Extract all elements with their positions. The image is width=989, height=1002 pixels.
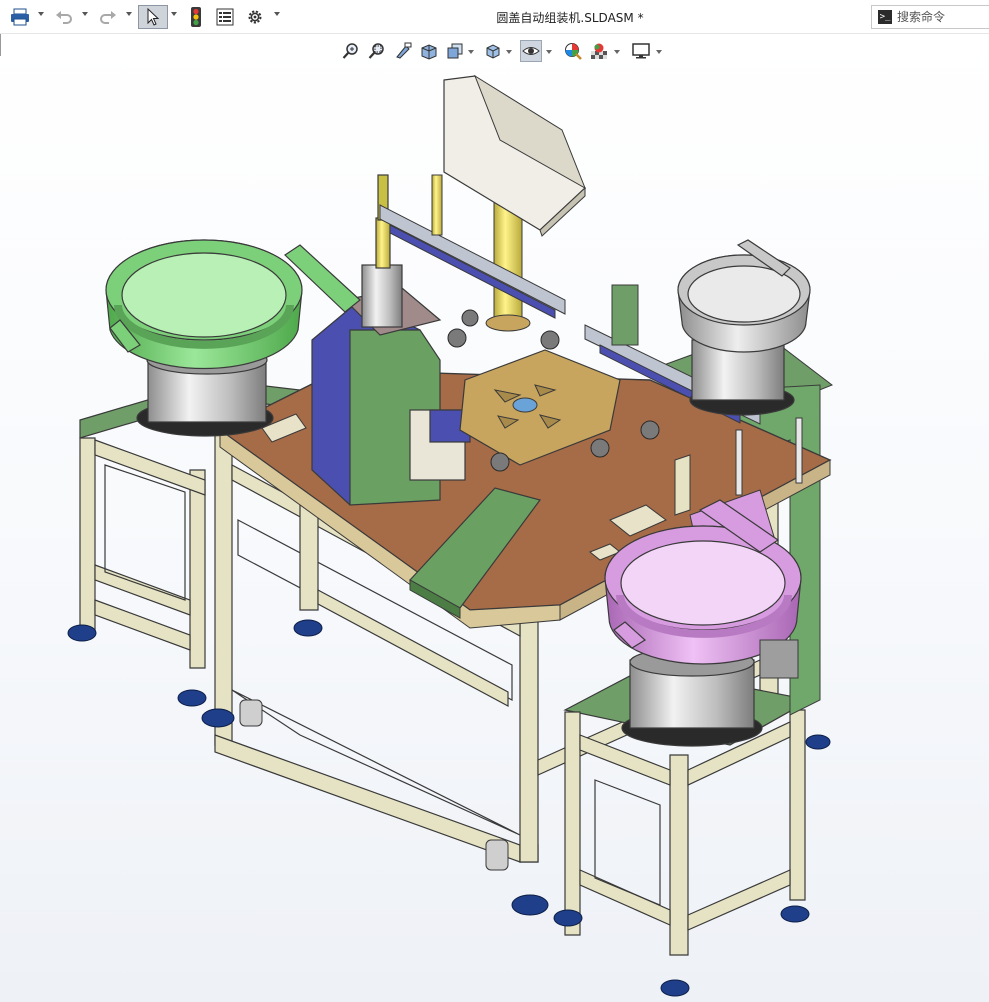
casters [239, 699, 509, 871]
redo-icon[interactable] [96, 5, 120, 29]
undo-icon[interactable] [52, 5, 76, 29]
vertical-chute [674, 454, 691, 516]
command-prompt-icon: >_ [878, 10, 892, 24]
file-properties-icon[interactable] [214, 5, 236, 29]
printer-icon[interactable] [8, 5, 32, 29]
fan-grille [759, 639, 799, 679]
command-search[interactable]: >_ [871, 5, 989, 29]
undo-dropdown-icon[interactable] [82, 12, 88, 16]
traffic-light-icon[interactable] [186, 5, 206, 29]
redo-dropdown-icon[interactable] [126, 12, 132, 16]
gear-icon[interactable] [244, 5, 266, 29]
options-dropdown-icon[interactable] [274, 12, 280, 16]
solidworks-window: 圆盖自动组装机.SLDASM * >_ [0, 0, 989, 1002]
print-dropdown-icon[interactable] [38, 12, 44, 16]
select-dropdown-icon[interactable] [171, 12, 177, 16]
search-commands-input[interactable] [897, 10, 977, 24]
assembly-model-render[interactable] [0, 34, 989, 1002]
title-bar: 圆盖自动组装机.SLDASM * >_ [0, 0, 989, 34]
select-arrow-icon[interactable] [138, 5, 168, 29]
